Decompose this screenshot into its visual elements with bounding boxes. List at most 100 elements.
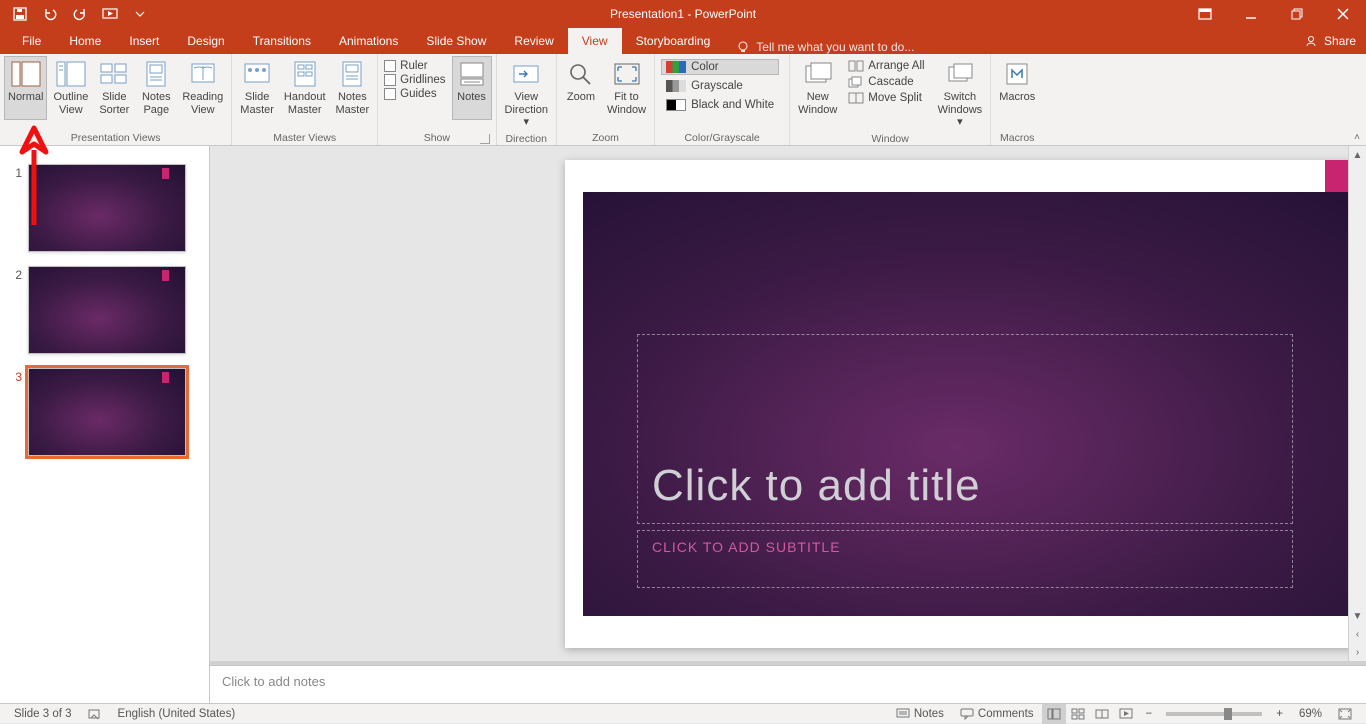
group-label: Presentation Views (4, 131, 227, 145)
zoom-button[interactable]: Zoom (561, 56, 601, 120)
group-color-grayscale: Color Grayscale Black and White Color/Gr… (655, 54, 790, 145)
color-button[interactable]: Color (661, 59, 779, 75)
notes-status-button[interactable]: Notes (888, 704, 952, 724)
normal-view-button[interactable]: Normal (4, 56, 47, 120)
slideshow-status-button[interactable] (1114, 704, 1138, 724)
status-bar: Slide 3 of 3 English (United States) Not… (0, 703, 1366, 723)
workspace: 1 2 3 Click to add title CLICK TO ADD SU… (0, 146, 1366, 703)
spellcheck-status[interactable] (80, 704, 110, 724)
tab-slideshow[interactable]: Slide Show (412, 28, 500, 54)
group-macros: Macros Macros (991, 54, 1043, 145)
scroll-up-button[interactable]: ▲ (1349, 146, 1366, 164)
language-status[interactable]: English (United States) (110, 704, 244, 724)
group-presentation-views: Normal Outline View Slide Sorter Notes P… (0, 54, 232, 145)
new-window-icon (802, 59, 834, 89)
subtitle-placeholder[interactable]: CLICK TO ADD SUBTITLE (637, 530, 1293, 588)
zoom-level[interactable]: 69% (1291, 704, 1330, 724)
gridlines-checkbox[interactable]: Gridlines (384, 74, 445, 86)
close-button[interactable] (1320, 0, 1366, 28)
view-direction-button[interactable]: View Direction ▾ (501, 56, 552, 132)
slide-page: Click to add title CLICK TO ADD SUBTITLE (565, 160, 1366, 648)
save-button[interactable] (6, 0, 34, 28)
tab-storyboarding[interactable]: Storyboarding (622, 28, 725, 54)
slide-master-button[interactable]: Slide Master (236, 56, 278, 120)
qat-customize-button[interactable] (126, 0, 154, 28)
black-white-button[interactable]: Black and White (661, 97, 779, 113)
title-placeholder[interactable]: Click to add title (637, 334, 1293, 524)
vertical-scrollbar[interactable]: ▲ ▼ ‹ › (1348, 146, 1366, 661)
collapse-ribbon-button[interactable]: ˄ (1354, 132, 1360, 143)
group-show: Ruler Gridlines Guides Notes Show (378, 54, 496, 145)
move-split-button[interactable]: Move Split (845, 91, 927, 105)
thumbnail-3[interactable]: 3 (0, 364, 209, 466)
ribbon-display-button[interactable] (1182, 0, 1228, 28)
reading-view-icon (187, 59, 219, 89)
cascade-icon (848, 76, 864, 88)
outline-view-button[interactable]: Outline View (49, 56, 92, 120)
cascade-button[interactable]: Cascade (845, 75, 927, 89)
sorter-view-status-button[interactable] (1066, 704, 1090, 724)
next-slide-button[interactable]: › (1349, 643, 1366, 661)
group-zoom: Zoom Fit to Window Zoom (557, 54, 655, 145)
new-window-button[interactable]: New Window (794, 56, 841, 120)
slide-canvas-area[interactable]: Click to add title CLICK TO ADD SUBTITLE… (210, 146, 1366, 661)
tab-transitions[interactable]: Transitions (239, 28, 325, 54)
slide-count-status[interactable]: Slide 3 of 3 (6, 704, 80, 724)
tab-animations[interactable]: Animations (325, 28, 412, 54)
group-label: Zoom (561, 131, 650, 145)
share-button[interactable]: Share (1304, 28, 1356, 54)
minimize-button[interactable] (1228, 0, 1274, 28)
zoom-slider[interactable] (1166, 712, 1262, 716)
zoom-in-button[interactable]: + (1268, 704, 1291, 724)
grayscale-button[interactable]: Grayscale (661, 78, 779, 94)
switch-windows-button[interactable]: Switch Windows ▾ (934, 56, 987, 132)
tab-file[interactable]: File (8, 28, 55, 54)
tab-insert[interactable]: Insert (115, 28, 173, 54)
redo-button[interactable] (66, 0, 94, 28)
tab-view[interactable]: View (568, 28, 622, 54)
show-launcher[interactable] (480, 134, 490, 144)
thumbnail-2[interactable]: 2 (0, 262, 209, 364)
comments-status-button[interactable]: Comments (952, 704, 1042, 724)
zoom-out-button[interactable]: − (1138, 704, 1161, 724)
slide-master-icon (241, 59, 273, 89)
tab-review[interactable]: Review (500, 28, 567, 54)
tab-design[interactable]: Design (173, 28, 238, 54)
guides-checkbox[interactable]: Guides (384, 88, 445, 100)
notes-toggle-button[interactable]: Notes (452, 56, 492, 120)
handout-master-button[interactable]: Handout Master (280, 56, 330, 120)
zoom-knob[interactable] (1224, 708, 1232, 720)
notes-pane[interactable]: Click to add notes (210, 665, 1366, 703)
fit-slide-button[interactable] (1330, 704, 1360, 724)
tellme-search[interactable]: Tell me what you want to do... (736, 40, 914, 54)
thumbnail-1[interactable]: 1 (0, 160, 209, 262)
ribbon: Normal Outline View Slide Sorter Notes P… (0, 54, 1366, 146)
group-label: Show (382, 131, 491, 145)
slide-thumbnail-panel[interactable]: 1 2 3 (0, 146, 210, 703)
scroll-down-button[interactable]: ▼ (1349, 607, 1366, 625)
scroll-track[interactable] (1349, 164, 1366, 607)
reading-view-button[interactable]: Reading View (178, 56, 227, 120)
notes-icon (456, 59, 488, 89)
fit-window-icon (611, 59, 643, 89)
undo-button[interactable] (36, 0, 64, 28)
window-title: Presentation1 - PowerPoint (0, 7, 1366, 21)
notes-master-button[interactable]: Notes Master (332, 56, 374, 120)
start-slideshow-button[interactable] (96, 0, 124, 28)
macros-button[interactable]: Macros (995, 56, 1039, 120)
restore-button[interactable] (1274, 0, 1320, 28)
reading-view-status-button[interactable] (1090, 704, 1114, 724)
editor-area: Click to add title CLICK TO ADD SUBTITLE… (210, 146, 1366, 703)
arrange-all-button[interactable]: Arrange All (845, 59, 927, 73)
slide-sorter-button[interactable]: Slide Sorter (94, 56, 134, 120)
notes-page-button[interactable]: Notes Page (136, 56, 176, 120)
prev-slide-button[interactable]: ‹ (1349, 625, 1366, 643)
tab-home[interactable]: Home (55, 28, 115, 54)
ruler-checkbox[interactable]: Ruler (384, 60, 445, 72)
switch-windows-icon (944, 59, 976, 89)
normal-view-status-button[interactable] (1042, 704, 1066, 724)
comments-icon (960, 708, 974, 720)
fit-to-window-button[interactable]: Fit to Window (603, 56, 650, 120)
normal-view-icon (10, 59, 42, 89)
thumb-preview (28, 368, 186, 456)
